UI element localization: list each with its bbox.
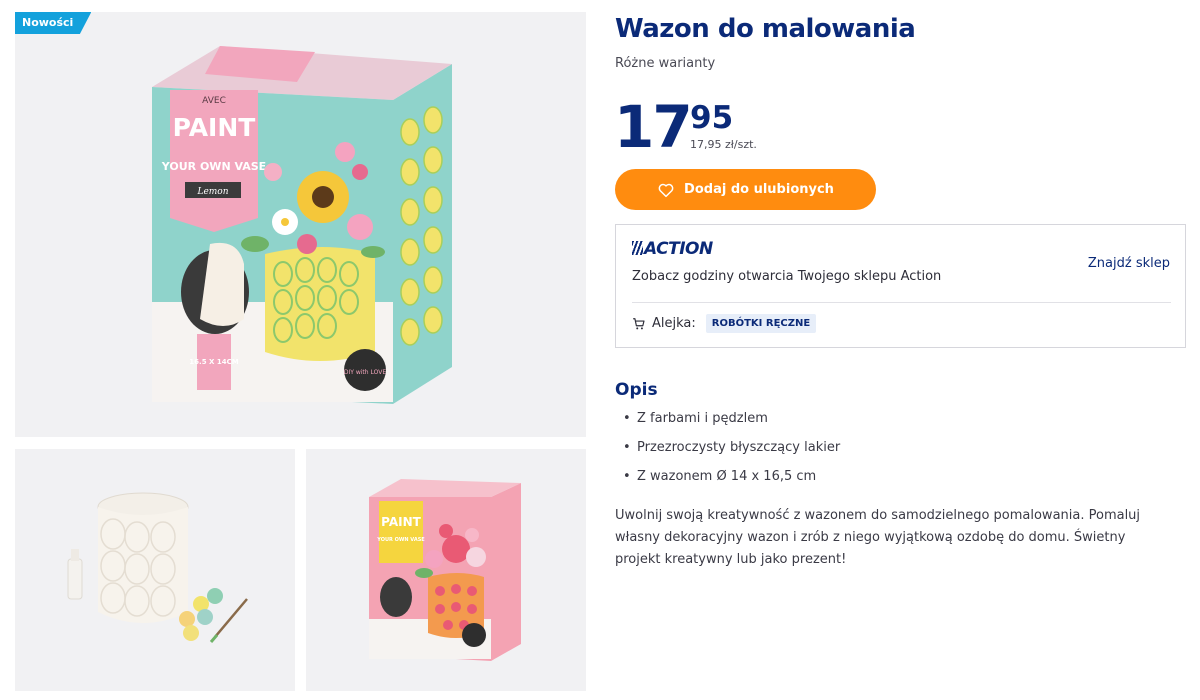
logo-text: ACTION [644, 239, 713, 259]
favorite-label: Dodaj do ulubionych [684, 182, 834, 197]
opening-hours-text: Zobacz godziny otwarcia Twojego sklepu A… [632, 269, 942, 284]
box-size: 16.5 X 14CM [189, 358, 238, 366]
vase-kit-illustration [67, 492, 248, 643]
feature-item: Przezroczysty błyszczący lakier [623, 438, 840, 467]
aisle-label: Alejka: [652, 316, 696, 331]
shopping-cart-icon [633, 317, 645, 329]
aisle-tag: ROBÓTKI RĘCZNE [705, 314, 817, 333]
new-badge: Nowości [15, 12, 92, 34]
logo-stripes-icon [632, 241, 643, 255]
box-headline: PAINT [173, 113, 256, 142]
box-sticker: DIY with LOVE [344, 369, 386, 376]
price-decimal: 95 [690, 100, 734, 136]
box-variant: Lemon [196, 187, 228, 197]
main-product-image[interactable]: AVEC PAINT YOUR OWN VASE Lemon 16.5 X 14… [15, 12, 586, 437]
find-store-link[interactable]: Znajdź sklep [1088, 256, 1170, 271]
feature-item: Z farbami i pędzlem [623, 409, 840, 438]
product-box-illustration: AVEC PAINT YOUR OWN VASE Lemon 16.5 X 14… [152, 46, 452, 404]
heart-outline-icon [658, 183, 674, 197]
product-variants: Różne warianty [615, 56, 716, 71]
thumb-box-subline: YOUR OWN VASE [376, 537, 425, 543]
thumbnail-vase-kit[interactable] [15, 449, 295, 691]
aisle-info: Alejka: ROBÓTKI RĘCZNE [632, 314, 817, 333]
description-heading: Opis [615, 380, 658, 400]
feature-item: Z wazonem Ø 14 x 16,5 cm [623, 467, 840, 496]
price-integer: 17 [614, 93, 693, 161]
box-brand: AVEC [202, 96, 226, 106]
unit-price: 17,95 zł/szt. [690, 138, 757, 151]
coral-box-illustration: PAINT YOUR OWN VASE [369, 479, 521, 661]
action-logo: ACTION [632, 239, 713, 259]
description-text: Uwolnij swoją kreatywność z wazonem do s… [615, 508, 1141, 567]
product-title: Wazon do malowania [615, 14, 916, 44]
divider [632, 302, 1171, 303]
feature-list: Z farbami i pędzlem Przezroczysty błyszc… [623, 409, 840, 496]
thumbnail-box-coral[interactable]: PAINT YOUR OWN VASE [306, 449, 586, 691]
thumb-box-headline: PAINT [381, 515, 421, 529]
add-to-favorites-button[interactable]: Dodaj do ulubionych [615, 169, 876, 210]
box-subline: YOUR OWN VASE [161, 160, 266, 173]
store-card: ACTION Zobacz godziny otwarcia Twojego s… [615, 224, 1186, 348]
